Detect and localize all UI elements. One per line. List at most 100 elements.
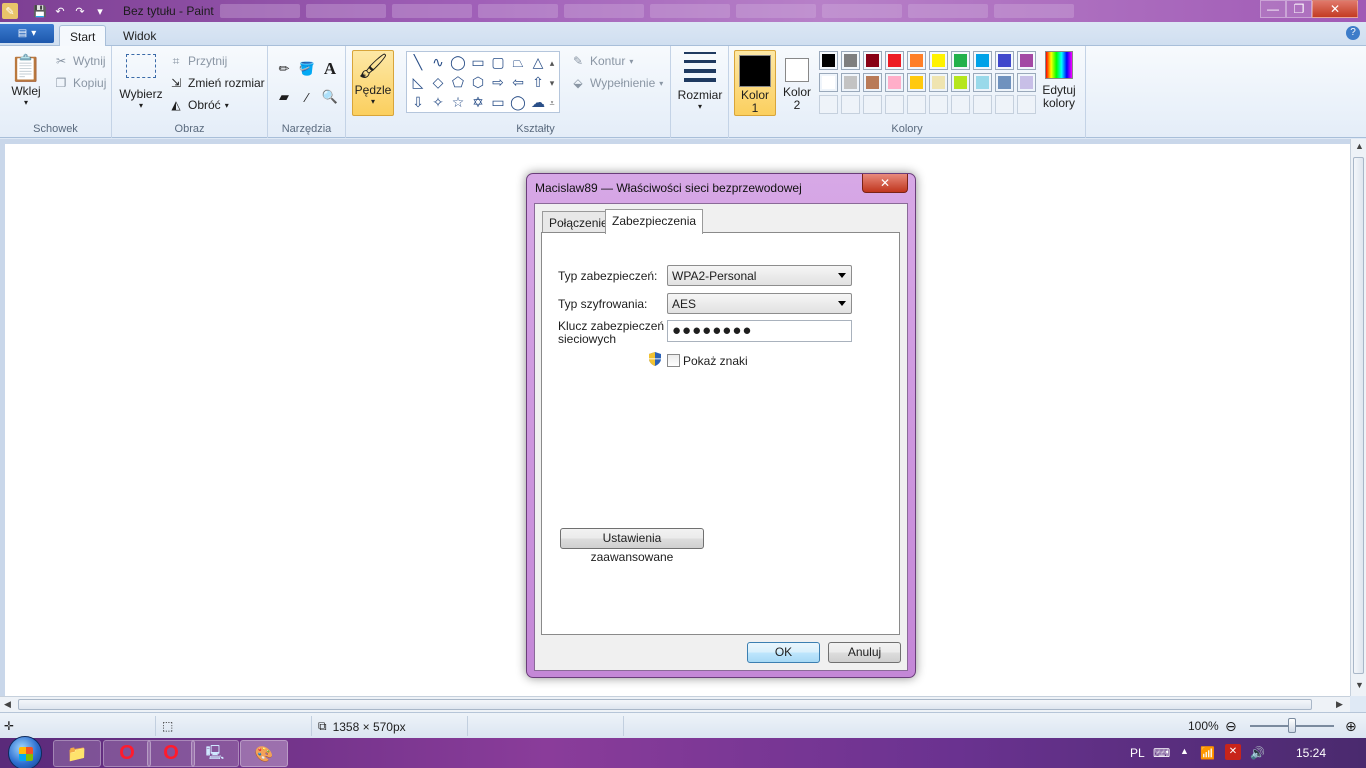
scroll-right-icon[interactable]: ▶ [1336,699,1343,710]
color-swatch[interactable] [841,73,860,92]
eraser-icon[interactable]: ▰ [274,87,294,107]
gallery-scroll-up-icon[interactable]: ▴ [545,54,559,72]
outline-button[interactable]: ✎ Kontur ▾ [570,53,633,69]
color-swatch[interactable] [885,51,904,70]
color-swatch[interactable] [951,51,970,70]
curve-shape-icon[interactable]: ∿ [429,53,447,71]
color-swatch[interactable] [951,95,970,114]
color-picker-icon[interactable]: ⁄ [297,87,317,107]
hexagon-shape-icon[interactable]: ⬡ [469,73,487,91]
help-icon[interactable]: ? [1346,26,1360,40]
color2-button[interactable]: Kolor 2 [780,50,814,116]
color-swatch[interactable] [885,95,904,114]
color-swatch[interactable] [907,73,926,92]
vertical-scrollbar[interactable]: ▲ ▼ [1350,139,1366,696]
color1-button[interactable]: Kolor 1 [734,50,776,116]
start-button[interactable] [8,736,42,768]
language-indicator[interactable]: PL [1130,746,1145,760]
oval-callout-shape-icon[interactable]: ◯ [509,93,527,111]
zoom-in-icon[interactable]: ⊕ [1345,718,1357,735]
gallery-scroll-down-icon[interactable]: ▾ [545,74,559,92]
taskbar-opera-1[interactable]: O [103,740,151,767]
cancel-button[interactable]: Anuluj [828,642,901,663]
color-swatch[interactable] [907,51,926,70]
color-swatch[interactable] [929,73,948,92]
security-type-select[interactable]: WPA2-Personal [667,265,852,286]
color-swatch[interactable] [841,95,860,114]
four-point-star-shape-icon[interactable]: ✧ [429,93,447,111]
crop-button[interactable]: ⌗ Przytnij [168,53,228,69]
oval-shape-icon[interactable]: ◯ [449,53,467,71]
color-swatch[interactable] [929,95,948,114]
fill-button[interactable]: ⬙ Wypełnienie ▾ [570,75,663,91]
tab-start[interactable]: Start [59,25,107,47]
close-button[interactable]: ✕ [1312,0,1358,18]
color-swatch[interactable] [863,73,882,92]
fill-bucket-icon[interactable]: 🪣 [297,59,317,79]
scroll-left-icon[interactable]: ◀ [4,699,11,710]
ok-button[interactable]: OK [747,642,820,663]
show-characters-label[interactable]: Pokaż znaki [683,355,748,368]
size-button[interactable]: Rozmiar ▾ [677,52,723,111]
pentagon-shape-icon[interactable]: ⬠ [449,73,467,91]
magnifier-icon[interactable]: 🔍 [320,87,340,107]
color-swatch[interactable] [841,51,860,70]
redo-icon[interactable]: ↷ [72,3,88,19]
edit-colors-button[interactable]: Edytuj kolory [1038,51,1080,110]
network-key-input[interactable]: ●●●●●●●● [667,320,852,342]
color-swatch[interactable] [929,51,948,70]
gallery-expand-icon[interactable]: ⩡ [545,94,559,112]
shapes-gallery[interactable]: ╲ ∿ ◯ ▭ ▢ ⏢ △ ◺ ◇ ⬠ ⬡ ⇨ ⇦ ⇧ ⇩ ✧ ☆ ✡ ▭ ◯ … [406,51,560,113]
color-swatch[interactable] [995,95,1014,114]
color-swatch[interactable] [973,73,992,92]
right-arrow-shape-icon[interactable]: ⇨ [489,73,507,91]
brushes-button[interactable]: 🖌 Pędzle ▾ [352,50,394,116]
six-point-star-shape-icon[interactable]: ✡ [469,93,487,111]
app-menu-button[interactable]: ▤ ▾ [0,24,54,43]
color-swatch[interactable] [819,73,838,92]
tab-connection[interactable]: Połączenie [542,211,615,233]
diamond-shape-icon[interactable]: ◇ [429,73,447,91]
text-tool-icon[interactable]: A [320,59,340,79]
maximize-button[interactable]: ❐ [1286,0,1312,18]
tab-security[interactable]: Zabezpieczenia [605,209,704,234]
rounded-rectangle-shape-icon[interactable]: ▢ [489,53,507,71]
paint-app-icon[interactable]: ✎ [2,3,18,19]
color-swatch[interactable] [885,73,904,92]
color-swatch[interactable] [995,51,1014,70]
vertical-scroll-thumb[interactable] [1353,157,1364,674]
callout-shape-icon[interactable]: ▭ [489,93,507,111]
taskbar-explorer[interactable]: 📁 [53,740,101,767]
keyboard-icon[interactable]: ⌨ [1153,746,1170,760]
zoom-out-icon[interactable]: ⊖ [1225,718,1237,735]
color-swatch[interactable] [951,73,970,92]
advanced-settings-button[interactable]: Ustawienia zaawansowane [560,528,704,564]
resize-button[interactable]: ⇲ Zmień rozmiar [168,75,265,91]
zoom-slider-thumb[interactable] [1288,718,1296,733]
rotate-button[interactable]: ◭ Obróć ▾ [168,97,228,113]
color-swatch[interactable] [1017,73,1036,92]
show-characters-checkbox[interactable] [667,354,680,367]
customize-toolbar-icon[interactable]: ▾ [92,3,108,19]
color-swatch[interactable] [1017,95,1036,114]
copy-button[interactable]: ❐ Kopiuj [53,75,107,91]
save-icon[interactable]: 💾 [32,3,48,19]
polygon-shape-icon[interactable]: ⏢ [509,53,527,71]
minimize-button[interactable]: — [1260,0,1286,18]
taskbar-network[interactable]: 🖳 [191,740,239,767]
tab-widok[interactable]: Widok [113,25,166,47]
right-triangle-shape-icon[interactable]: ◺ [409,73,427,91]
wifi-signal-icon[interactable]: 📶 [1200,746,1215,760]
color-swatch[interactable] [973,51,992,70]
scroll-down-icon[interactable]: ▼ [1355,680,1364,690]
undo-icon[interactable]: ↶ [52,3,68,19]
down-arrow-shape-icon[interactable]: ⇩ [409,93,427,111]
color-swatch[interactable] [1017,51,1036,70]
color-swatch[interactable] [819,51,838,70]
show-hidden-icons-icon[interactable]: ▲ [1180,746,1189,756]
horizontal-scrollbar[interactable]: ◀ ▶ [0,696,1350,712]
line-shape-icon[interactable]: ╲ [409,53,427,71]
power-warning-icon[interactable]: ✕ [1225,744,1241,760]
horizontal-scroll-thumb[interactable] [18,699,1312,710]
color-swatch[interactable] [863,95,882,114]
